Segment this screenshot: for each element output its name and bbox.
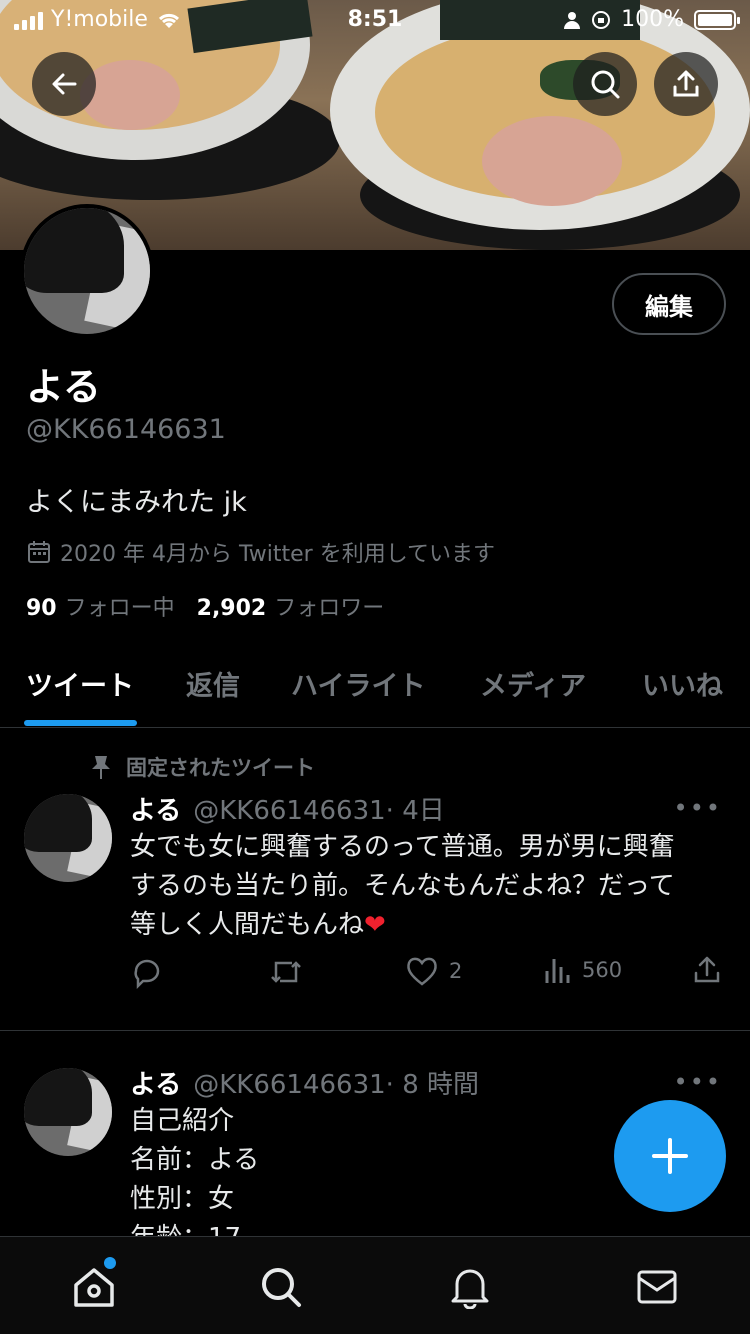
share-profile-button[interactable] (654, 52, 718, 116)
tweet-author-name[interactable]: よる (130, 1070, 181, 1100)
messages-icon (637, 1270, 677, 1304)
explore-icon (262, 1268, 301, 1307)
notification-dot (104, 1257, 116, 1269)
following-link[interactable]: 90 フォロー中 (26, 590, 175, 622)
tweet-time: · 4日 (385, 796, 445, 826)
tweet-author-name[interactable]: よる (130, 796, 181, 826)
like-icon (407, 957, 437, 986)
active-tab-indicator (24, 720, 137, 726)
rotation-lock-icon (592, 10, 611, 29)
tweet-avatar[interactable] (24, 1068, 112, 1156)
reply-button[interactable] (130, 955, 164, 989)
tab-highlights[interactable]: ハイライト (291, 664, 425, 703)
tweet-more-button[interactable]: ••• (674, 1068, 722, 1096)
like-button[interactable]: 2 (405, 955, 462, 987)
profile-handle: @KK66146631 (26, 414, 226, 445)
tweet-author-handle: @KK66146631 (193, 1070, 386, 1100)
tab-tweets[interactable]: ツイート (26, 664, 134, 703)
tab-replies[interactable]: 返信 (186, 664, 240, 703)
calendar-icon (28, 541, 50, 563)
joined-label: 2020 年 4月から Twitter を利用しています (60, 542, 496, 567)
tweet-line: するのも当たり前。そんなもんだよね？だって (130, 871, 675, 901)
bottom-navigation (0, 1236, 750, 1334)
views-icon (545, 959, 570, 983)
tweet-author-handle: @KK66146631 (193, 796, 386, 826)
battery-label: 100% (621, 7, 684, 32)
profile-name: よる (26, 365, 101, 409)
followers-count: 2,902 (196, 596, 267, 621)
back-arrow-icon (52, 73, 77, 95)
tweet-avatar[interactable] (24, 794, 112, 882)
share-tweet-button[interactable] (692, 955, 722, 985)
tweet-line: 女でも女に興奮するのって普通。男が男に興奮 (130, 832, 675, 862)
pinned-label: 固定されたツイート (126, 756, 315, 780)
edit-profile-button[interactable]: 編集 (612, 273, 726, 335)
tweet-divider (0, 1030, 750, 1031)
followers-label: フォロワー (274, 596, 385, 621)
nav-home[interactable] (66, 1257, 122, 1315)
profile-avatar[interactable] (20, 204, 154, 338)
search-button[interactable] (573, 52, 637, 116)
tweet-header: よる @KK66146631· 4日 (130, 790, 445, 827)
reply-icon (134, 959, 160, 989)
tab-likes[interactable]: いいね (642, 664, 723, 703)
like-count: 2 (449, 959, 463, 983)
pin-icon (92, 756, 110, 779)
compose-icon (652, 1138, 688, 1174)
pinned-indicator: 固定されたツイート (90, 752, 315, 782)
joined-date: 2020 年 4月から Twitter を利用しています (26, 536, 495, 568)
compose-tweet-button[interactable] (614, 1100, 726, 1212)
retweet-button[interactable] (268, 955, 304, 989)
tweet-time: · 8 時間 (385, 1070, 480, 1100)
profile-bio: よくにまみれた jk (26, 487, 247, 518)
retweet-icon (271, 961, 301, 983)
views-button[interactable]: 560 (544, 955, 622, 985)
follow-stats: 90 フォロー中 2,902 フォロワー (26, 590, 384, 622)
status-bar: Y!mobile 8:51 100% (0, 0, 750, 40)
battery-icon (694, 9, 740, 30)
profile-tabs: ツイート 返信 ハイライト メディア いいね (0, 650, 750, 728)
notifications-icon (451, 1269, 489, 1309)
person-icon (564, 11, 581, 29)
back-button[interactable] (32, 52, 96, 116)
nav-explore[interactable] (253, 1259, 309, 1315)
nav-messages[interactable] (629, 1259, 685, 1315)
heart-emoji: ❤ (364, 910, 386, 940)
following-label: フォロー中 (64, 596, 175, 621)
tweet-text: 女でも女に興奮するのって普通。男が男に興奮 するのも当たり前。そんなもんだよね？… (130, 828, 730, 945)
tab-media[interactable]: メディア (480, 664, 586, 703)
tweet-header: よる @KK66146631· 8 時間 (130, 1064, 479, 1101)
search-icon (591, 70, 620, 99)
share-icon (694, 956, 720, 983)
share-icon (673, 70, 699, 97)
tweet-line: 等しく人間だもんね❤ (130, 910, 386, 940)
tweet-actions: 2 560 (130, 955, 725, 995)
following-count: 90 (26, 596, 57, 621)
tweet-more-button[interactable]: ••• (674, 794, 722, 822)
followers-link[interactable]: 2,902 フォロワー (197, 590, 385, 622)
nav-notifications[interactable] (442, 1259, 498, 1315)
view-count: 560 (582, 958, 623, 982)
home-icon (74, 1268, 114, 1307)
